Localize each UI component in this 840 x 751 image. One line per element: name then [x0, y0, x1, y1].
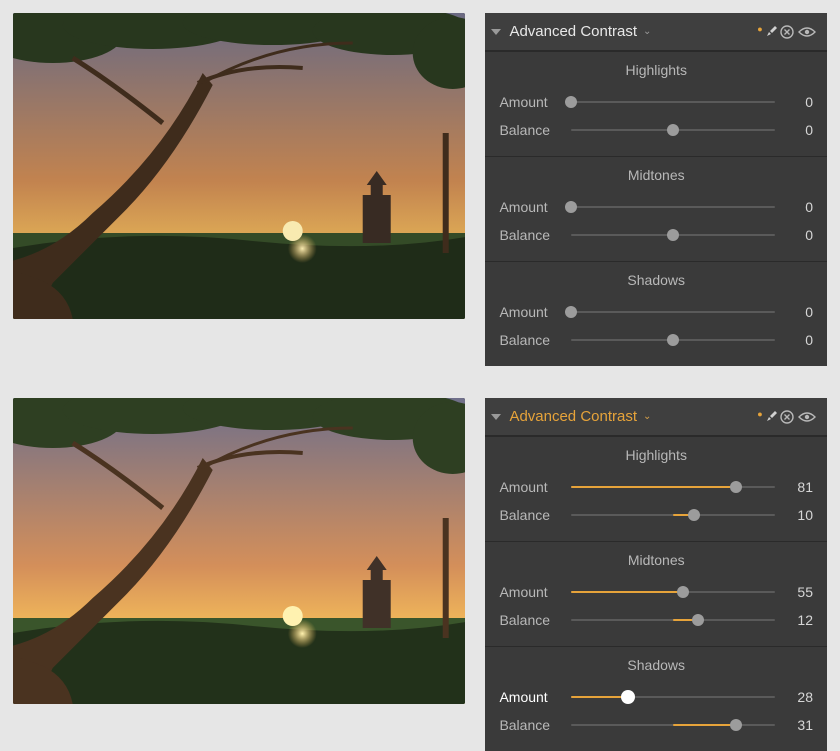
slider-thumb[interactable] [688, 509, 700, 521]
slider-label: Amount [499, 689, 561, 705]
slider-group: Midtones Amount 0 Balance 0 [485, 156, 827, 261]
slider-thumb[interactable] [667, 229, 679, 241]
slider-thumb[interactable] [692, 614, 704, 626]
group-title: Highlights [499, 62, 813, 78]
chevron-down-icon[interactable]: ⌄ [643, 411, 651, 422]
slider-label: Amount [499, 584, 561, 600]
slider-label: Balance [499, 507, 561, 523]
eye-icon[interactable] [797, 411, 817, 423]
advanced-contrast-panel: Advanced Contrast ⌄ ● HighlightsAmount0B… [485, 13, 827, 366]
slider[interactable] [571, 477, 775, 497]
slider-group: Shadows Amount 28 Balance 31 [485, 646, 827, 751]
panel-header[interactable]: Advanced Contrast ⌄ ● [485, 13, 827, 51]
eye-icon[interactable] [797, 26, 817, 38]
slider-value[interactable]: 0 [785, 94, 813, 110]
slider[interactable] [571, 197, 775, 217]
slider-thumb[interactable] [677, 586, 689, 598]
slider-value[interactable]: 0 [785, 227, 813, 243]
reset-icon[interactable] [777, 24, 797, 40]
slider-thumb[interactable] [565, 96, 577, 108]
group-title: Shadows [499, 657, 813, 673]
image-preview [13, 13, 465, 319]
slider[interactable] [571, 302, 775, 322]
slider[interactable] [571, 715, 775, 735]
slider-row: Balance 0 [499, 326, 813, 354]
slider-thumb[interactable] [621, 690, 635, 704]
slider-thumb[interactable] [730, 719, 742, 731]
slider-group: Midtones Amount 55 Balance 12 [485, 541, 827, 646]
slider-value[interactable]: 10 [785, 507, 813, 523]
slider-value[interactable]: 0 [785, 332, 813, 348]
slider[interactable] [571, 687, 775, 707]
slider[interactable] [571, 505, 775, 525]
slider-thumb[interactable] [565, 306, 577, 318]
brush-icon[interactable]: ● [757, 26, 777, 38]
slider-value[interactable]: 28 [785, 689, 813, 705]
slider-row: Balance 31 [499, 711, 813, 739]
slider-label: Balance [499, 332, 561, 348]
slider-row: Balance 0 [499, 116, 813, 144]
slider-label: Amount [499, 479, 561, 495]
group-title: Shadows [499, 272, 813, 288]
slider-label: Balance [499, 717, 561, 733]
slider-value[interactable]: 0 [785, 304, 813, 320]
slider-group: Shadows Amount 0 Balance 0 [485, 261, 827, 366]
slider-value[interactable]: 0 [785, 199, 813, 215]
slider-value[interactable]: 81 [785, 479, 813, 495]
slider-label: Balance [499, 227, 561, 243]
slider-thumb[interactable] [667, 124, 679, 136]
slider-value[interactable]: 0 [785, 122, 813, 138]
advanced-contrast-panel: Advanced Contrast ⌄ ● Highlights Amount 81… [485, 398, 827, 751]
slider[interactable] [571, 582, 775, 602]
slider-group: Highlights Amount 0 Balance 0 [485, 51, 827, 156]
slider-row: Amount 55 [499, 578, 813, 606]
brush-icon[interactable]: ● [757, 411, 777, 423]
disclosure-triangle-icon[interactable] [491, 414, 501, 420]
slider-label: Amount [499, 94, 561, 110]
slider-value[interactable]: 55 [785, 584, 813, 600]
group-title: Highlights [499, 447, 813, 463]
slider-row: Balance 12 [499, 606, 813, 634]
slider-value[interactable]: 31 [785, 717, 813, 733]
panel-title: Advanced Contrast [509, 23, 637, 40]
slider-label: Balance [499, 612, 561, 628]
slider-thumb[interactable] [730, 481, 742, 493]
slider-row: Amount 0 [499, 88, 813, 116]
slider[interactable] [571, 120, 775, 140]
slider-thumb[interactable] [565, 201, 577, 213]
slider-label: Balance [499, 122, 561, 138]
reset-icon[interactable] [777, 409, 797, 425]
group-title: Midtones [499, 167, 813, 183]
panel-header[interactable]: Advanced Contrast ⌄ ● [485, 398, 827, 436]
slider-value[interactable]: 12 [785, 612, 813, 628]
slider[interactable] [571, 610, 775, 630]
slider-row: Amount 81 [499, 473, 813, 501]
group-title: Midtones [499, 552, 813, 568]
disclosure-triangle-icon[interactable] [491, 29, 501, 35]
slider-row: Amount 0 [499, 298, 813, 326]
slider-row: Amount 28 [499, 683, 813, 711]
slider-row: Amount 0 [499, 193, 813, 221]
panel-title: Advanced Contrast [509, 408, 637, 425]
slider[interactable] [571, 225, 775, 245]
slider-row: Balance 0 [499, 221, 813, 249]
slider-thumb[interactable] [667, 334, 679, 346]
chevron-down-icon[interactable]: ⌄ [643, 26, 651, 37]
image-preview [13, 398, 465, 704]
slider[interactable] [571, 330, 775, 350]
slider-row: Balance 10 [499, 501, 813, 529]
slider-label: Amount [499, 199, 561, 215]
slider-group: Highlights Amount 81 Balance 10 [485, 436, 827, 541]
slider[interactable] [571, 92, 775, 112]
slider-label: Amount [499, 304, 561, 320]
